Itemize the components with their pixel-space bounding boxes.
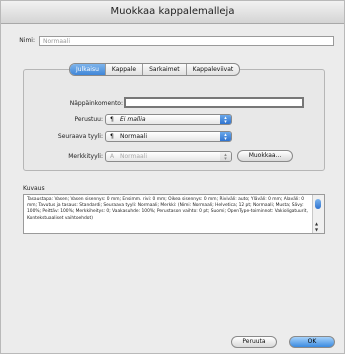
char-style-icon: A bbox=[110, 153, 115, 160]
tab-kappale[interactable]: Kappale bbox=[106, 64, 144, 75]
name-field[interactable]: Normaali bbox=[39, 36, 334, 46]
description-scrollbar[interactable]: ▲ ▼ bbox=[312, 195, 324, 233]
description-label: Kuvaus bbox=[23, 185, 45, 192]
char-style-label: Merkkityyli: bbox=[68, 153, 103, 160]
cancel-button[interactable]: Peruuta bbox=[231, 336, 277, 348]
tab-kappaleviivat[interactable]: Kappaleviivat bbox=[187, 64, 240, 75]
shortcut-label: Näppäinkomento: bbox=[69, 100, 123, 107]
tab-bar: Julkaisu Kappale Sarkaimet Kappaleviivat bbox=[69, 63, 241, 76]
shortcut-field[interactable] bbox=[124, 97, 304, 108]
based-on-label: Perustuu: bbox=[74, 116, 103, 123]
ok-button[interactable]: OK bbox=[289, 336, 335, 348]
name-label: Nimi: bbox=[19, 37, 35, 44]
paragraph-icon: ¶ bbox=[110, 133, 114, 140]
scroll-down-icon[interactable]: ▼ bbox=[315, 227, 318, 233]
scroll-thumb[interactable] bbox=[315, 199, 321, 209]
tab-sarkaimet[interactable]: Sarkaimet bbox=[143, 64, 187, 75]
popup-arrows-icon: ▴ ▾ bbox=[220, 115, 231, 125]
tab-julkaisu[interactable]: Julkaisu bbox=[70, 64, 106, 75]
char-style-popup[interactable]: A Normaali ▴ ▾ bbox=[105, 151, 232, 162]
based-on-popup[interactable]: ¶ Ei mallia ▴ ▾ bbox=[105, 114, 232, 125]
dialog-window: Muokkaa kappalemalleja Nimi: Normaali Ju… bbox=[0, 0, 345, 354]
next-style-label: Seuraava tyyli: bbox=[57, 133, 103, 140]
description-text: Tasaustapa: Vasen; Vasen sisennys: 0 mm;… bbox=[27, 197, 308, 221]
paragraph-icon: ¶ bbox=[110, 116, 114, 123]
next-style-popup[interactable]: ¶ Normaali ▴ ▾ bbox=[105, 131, 232, 142]
popup-arrows-icon: ▴ ▾ bbox=[220, 152, 231, 162]
edit-char-style-button[interactable]: Muokkaa... bbox=[237, 150, 293, 162]
description-box: Tasaustapa: Vasen; Vasen sisennys: 0 mm;… bbox=[23, 194, 325, 234]
popup-arrows-icon: ▴ ▾ bbox=[220, 132, 231, 142]
window-title: Muokkaa kappalemalleja bbox=[1, 1, 344, 24]
